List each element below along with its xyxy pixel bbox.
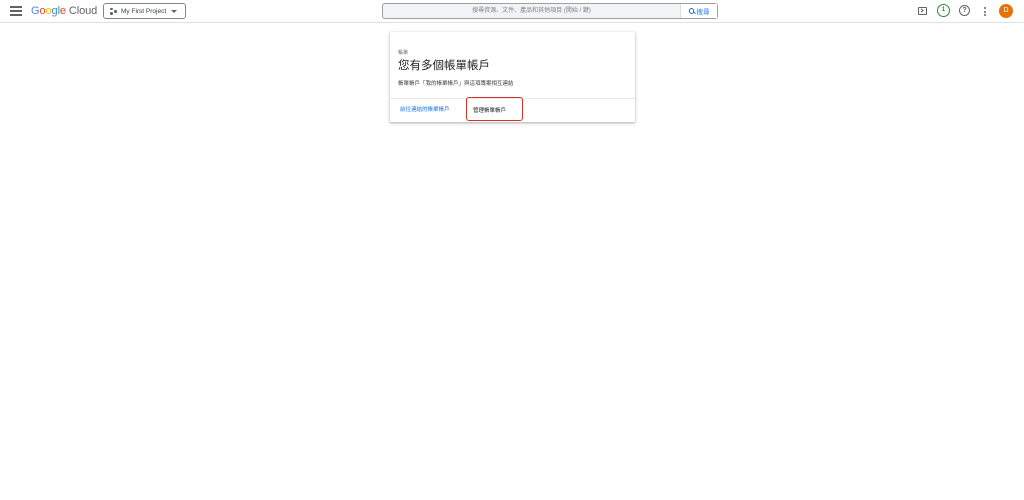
manage-billing-accounts-link[interactable]: 管理帳單帳戶 (466, 97, 523, 121)
google-cloud-logo[interactable]: Google Cloud (31, 5, 97, 17)
help-icon[interactable]: ? (959, 5, 970, 16)
search-input[interactable]: 搜尋資源、文件、產品和其他項目 (開始 / 鍵) (383, 4, 680, 18)
card-title: 您有多個帳單帳戶 (398, 60, 490, 72)
search-button-label: 搜尋 (696, 9, 710, 16)
main-menu-icon[interactable] (10, 6, 22, 16)
project-picker-button[interactable]: My First Project (103, 3, 186, 19)
search-bar: 搜尋資源、文件、產品和其他項目 (開始 / 鍵) 搜尋 (382, 3, 718, 19)
billing-card: 帳單 您有多個帳單帳戶 帳單帳戶「我的帳單帳戶」與這項專案相互連結 前往連結的帳… (390, 32, 635, 122)
notifications-badge[interactable]: 1 (937, 4, 950, 17)
card-eyebrow: 帳單 (398, 50, 409, 56)
cloud-shell-terminal-icon[interactable] (918, 7, 927, 15)
more-options-icon[interactable] (984, 7, 986, 16)
project-picker-label: My First Project (121, 7, 167, 15)
search-button[interactable]: 搜尋 (680, 4, 717, 18)
card-description: 帳單帳戶「我的帳單帳戶」與這項專案相互連結 (398, 81, 514, 87)
account-avatar[interactable]: D (999, 4, 1013, 18)
search-icon (688, 8, 695, 14)
chevron-down-icon (171, 9, 178, 13)
goto-linked-billing-account-link[interactable]: 前往連結的帳單帳戶 (400, 105, 450, 113)
top-app-bar: Google Cloud My First Project 搜尋資源、文件、產品… (0, 0, 1024, 23)
project-hierarchy-icon (110, 7, 117, 15)
